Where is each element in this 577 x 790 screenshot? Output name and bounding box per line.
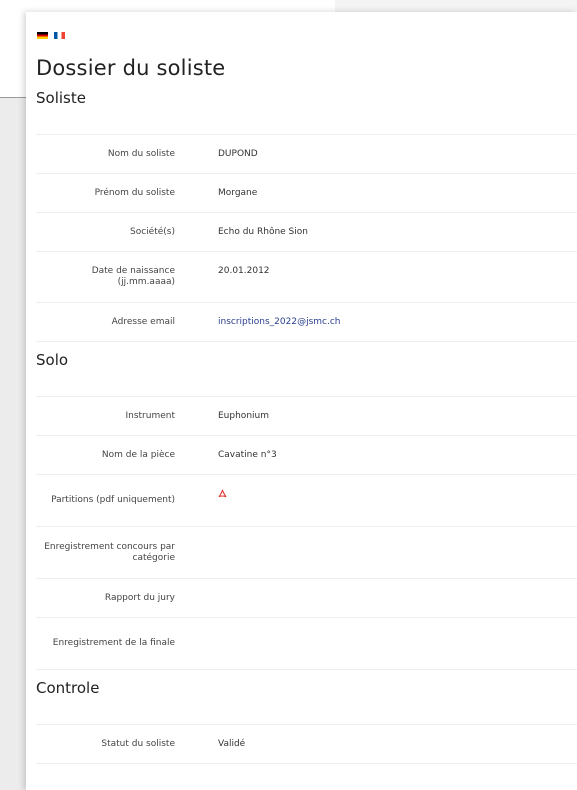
label-piece: Nom de la pièce (101, 449, 175, 460)
row-piece: Nom de la pièce Cavatine n°3 (36, 436, 577, 475)
soloist-dossier-panel: Dossier du soliste Soliste Nom du solist… (26, 12, 577, 790)
solo-rows: Instrument Euphonium Nom de la pièce Cav… (36, 396, 577, 670)
row-email: Adresse email inscriptions_2022@jsmc.ch (36, 303, 577, 342)
value-statut: Validé (218, 739, 246, 749)
french-flag-icon[interactable] (54, 31, 65, 39)
label-partitions: Partitions (pdf uniquement) (51, 495, 175, 505)
row-statut: Statut du soliste Validé (36, 725, 577, 764)
background-window-top (35, 0, 336, 12)
value-societe: Echo du Rhône Sion (218, 227, 308, 237)
label-enregistrement-categorie: Enregistrement concours par catégorie (44, 541, 175, 563)
label-date-naissance: Date de naissance (jj.mm.aaaa) (91, 266, 175, 287)
row-nom: Nom du soliste DUPOND (36, 135, 577, 174)
value-date-naissance: 20.01.2012 (218, 266, 270, 276)
section-title-controle: Controle (36, 679, 100, 697)
german-flag-icon[interactable] (37, 31, 48, 39)
label-enregistrement-finale: Enregistrement de la finale (52, 638, 175, 648)
value-prenom: Morgane (218, 188, 258, 198)
value-piece: Cavatine n°3 (218, 450, 277, 460)
row-rapport-jury: Rapport du jury (36, 579, 577, 618)
row-prenom: Prénom du soliste Morgane (36, 174, 577, 213)
soliste-rows: Nom du soliste DUPOND Prénom du soliste … (36, 134, 577, 342)
value-email: inscriptions_2022@jsmc.ch (218, 317, 341, 327)
label-rapport-jury: Rapport du jury (104, 592, 175, 603)
label-email: Adresse email (111, 316, 175, 327)
label-statut: Statut du soliste (101, 738, 175, 749)
row-partitions: Partitions (pdf uniquement) (36, 475, 577, 527)
language-switcher (37, 30, 577, 40)
label-prenom: Prénom du soliste (94, 187, 175, 198)
value-nom: DUPOND (218, 149, 258, 159)
label-nom: Nom du soliste (107, 148, 175, 159)
row-instrument: Instrument Euphonium (36, 397, 577, 436)
row-enregistrement-finale: Enregistrement de la finale (36, 618, 577, 670)
pdf-icon[interactable] (218, 489, 227, 499)
label-societe: Société(s) (130, 226, 175, 237)
section-title-soliste: Soliste (36, 89, 86, 107)
label-instrument: Instrument (125, 410, 175, 421)
row-date-naissance: Date de naissance (jj.mm.aaaa) 20.01.201… (36, 252, 577, 303)
controle-rows: Statut du soliste Validé (36, 724, 577, 764)
email-link[interactable]: inscriptions_2022@jsmc.ch (218, 317, 341, 327)
value-partitions (218, 489, 227, 502)
row-societe: Société(s) Echo du Rhône Sion (36, 213, 577, 252)
row-enregistrement-categorie: Enregistrement concours par catégorie (36, 527, 577, 579)
value-instrument: Euphonium (218, 411, 269, 421)
page-title: Dossier du soliste (36, 56, 226, 80)
background-window-right (335, 0, 577, 12)
section-title-solo: Solo (36, 351, 69, 369)
